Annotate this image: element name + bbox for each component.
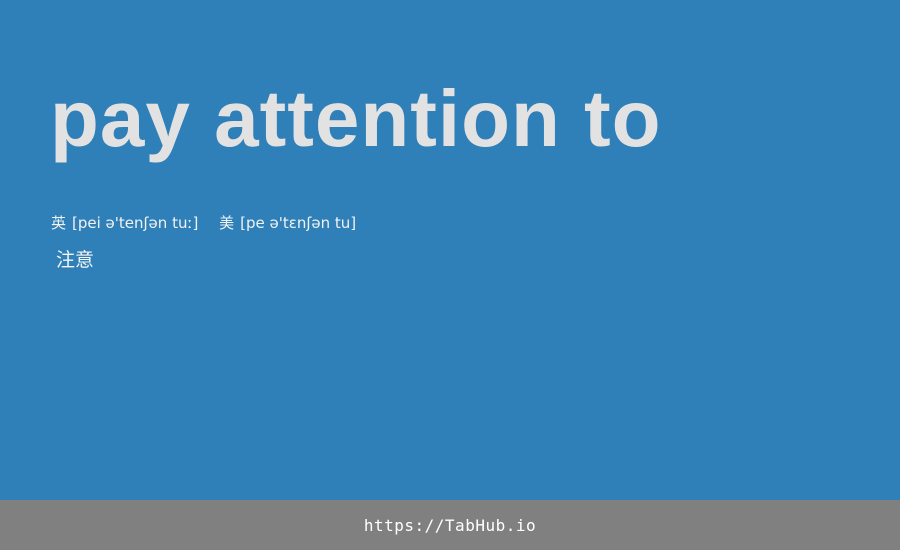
- uk-pronunciation: 英 [pei ə'tenʃən tuː]: [51, 212, 198, 234]
- us-pronunciation: 美 [pe ə'tɛnʃən tu]: [219, 212, 356, 234]
- us-phonetic: [pe ə'tɛnʃən tu]: [240, 214, 357, 232]
- headword: pay attention to: [50, 74, 662, 163]
- definition: 注意: [56, 249, 95, 271]
- us-tag: 美: [219, 214, 235, 232]
- footer-bar: https://TabHub.io: [0, 500, 900, 550]
- tabhub-link[interactable]: https://TabHub.io: [364, 516, 536, 535]
- pronunciation-line: 英 [pei ə'tenʃən tuː] 美 [pe ə'tɛnʃən tu]: [51, 212, 356, 234]
- word-card: pay attention to 英 [pei ə'tenʃən tuː] 美 [p…: [0, 0, 900, 500]
- uk-phonetic: [pei ə'tenʃən tuː]: [72, 214, 199, 232]
- uk-tag: 英: [51, 214, 67, 232]
